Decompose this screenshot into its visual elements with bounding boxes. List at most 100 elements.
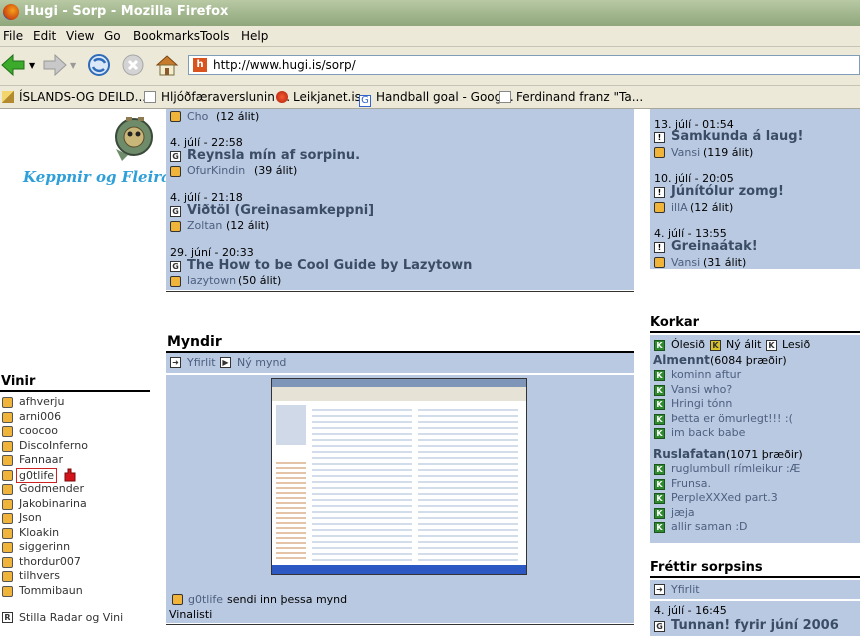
- friend-item[interactable]: g0tlife: [16, 468, 58, 483]
- frettir-nav: ➜ Yfirlit: [650, 580, 860, 599]
- friend-item[interactable]: siggerinn: [19, 540, 70, 553]
- smiley-icon: [170, 166, 181, 177]
- friend-item[interactable]: Tommibaun: [19, 584, 83, 597]
- vinalisti-label: Vinalisti: [169, 608, 213, 621]
- radar-settings-link[interactable]: Stilla Radar og Vini: [19, 611, 123, 624]
- thread-link[interactable]: PerpleXXXed part.3: [671, 491, 778, 504]
- menu-view[interactable]: View: [66, 29, 94, 43]
- smiley-icon: [170, 276, 181, 287]
- announcement-author[interactable]: illA: [671, 201, 688, 214]
- divider: [0, 390, 150, 392]
- bookmark-item[interactable]: G Handball goal - Goog...: [359, 90, 514, 107]
- google-icon: G: [359, 95, 371, 107]
- announcement-title[interactable]: Júnítólur zomg!: [671, 184, 784, 199]
- site-favicon: h: [193, 58, 207, 72]
- article-title[interactable]: Reynsla mín af sorpinu.: [187, 148, 360, 163]
- bookmark-item[interactable]: Ferdinand franz "Ta...: [499, 90, 643, 104]
- page-icon: [144, 91, 156, 103]
- article-type-icon: G: [654, 621, 665, 632]
- back-arrow-icon[interactable]: [0, 52, 26, 78]
- bookmark-label: Handball goal - Goog...: [376, 90, 514, 104]
- announcement-author[interactable]: Vansi: [671, 146, 700, 159]
- menu-help[interactable]: Help: [241, 29, 268, 43]
- thread-link[interactable]: allir saman :D: [671, 520, 748, 533]
- thread-link[interactable]: ruglumbull rímleikur :Æ: [671, 462, 800, 475]
- friend-item[interactable]: afhverju: [19, 395, 64, 408]
- divider: [166, 291, 634, 292]
- image-thumbnail[interactable]: [271, 378, 527, 575]
- unread-icon: K: [654, 385, 665, 396]
- friend-item[interactable]: tilhvers: [19, 569, 60, 582]
- thread-link[interactable]: Hringi tónn: [671, 397, 732, 410]
- menu-tools[interactable]: Tools: [200, 29, 230, 43]
- bookmark-label: Ferdinand franz "Ta...: [516, 90, 644, 104]
- reload-icon[interactable]: [86, 52, 112, 78]
- article-title[interactable]: The How to be Cool Guide by Lazytown: [187, 258, 472, 273]
- article-author[interactable]: Cho: [187, 110, 208, 123]
- frettir-panel: 4. júlí - 16:45 G Tunnan! fyrir júní 200…: [650, 601, 860, 636]
- unread-icon: K: [654, 508, 665, 519]
- friend-item[interactable]: Json: [19, 511, 42, 524]
- friend-item[interactable]: thordur007: [19, 555, 81, 568]
- friend-item[interactable]: arni006: [19, 410, 61, 423]
- arrow-right-icon: ➜: [654, 584, 665, 595]
- announcement-comment-count: (12 álit): [690, 201, 734, 214]
- url-bar[interactable]: h http://www.hugi.is/sorp/: [188, 55, 860, 75]
- friend-icon: [2, 528, 13, 539]
- article-type-icon: G: [170, 151, 181, 162]
- friend-icon: [2, 441, 13, 452]
- thread-link[interactable]: Frunsa.: [671, 477, 711, 490]
- forum-group-count: (1071 þræðir): [726, 448, 803, 461]
- article-author[interactable]: OfurKindin: [187, 164, 245, 177]
- article-type-icon: G: [170, 261, 181, 272]
- bookmark-item[interactable]: Leikjanet.is: [276, 90, 361, 104]
- article-author[interactable]: lazytown: [187, 274, 236, 287]
- page-content: Keppnir og Fleira! Cho (12 álit) 4. júlí…: [0, 109, 860, 636]
- forum-group-name[interactable]: Ruslafatan: [653, 447, 726, 461]
- friend-item[interactable]: coocoo: [19, 424, 58, 437]
- thread-link[interactable]: jæja: [671, 506, 695, 519]
- announcements-panel: 13. júlí - 01:54 ! Samkunda á laug! Vans…: [650, 109, 860, 269]
- friend-item[interactable]: Kloakin: [19, 526, 59, 539]
- announcement-comment-count: (31 álit): [703, 256, 747, 269]
- news-title[interactable]: Tunnan! fyrir júní 2006: [671, 618, 839, 633]
- forward-arrow-icon[interactable]: [42, 52, 68, 78]
- thumb-toolbar: [272, 387, 526, 401]
- home-icon[interactable]: [154, 52, 180, 78]
- articles-panel: Cho (12 álit) 4. júlí - 22:58 G Reynsla …: [166, 109, 634, 290]
- forward-dropdown-icon[interactable]: ▼: [70, 61, 76, 70]
- article-title[interactable]: Viðtöl (Greinasamkeppni]: [187, 203, 374, 218]
- announcement-title[interactable]: Samkunda á laug!: [671, 129, 803, 144]
- image-author[interactable]: g0tlife: [188, 593, 223, 606]
- divider: [166, 624, 634, 625]
- myndir-nav: ➜ Yfirlit ▶ Ný mynd: [166, 353, 634, 373]
- menu-file[interactable]: File: [3, 29, 23, 43]
- friend-item[interactable]: Fannaar: [19, 453, 63, 466]
- menu-edit[interactable]: Edit: [33, 29, 56, 43]
- menu-go[interactable]: Go: [104, 29, 121, 43]
- friend-item[interactable]: Godmender: [19, 482, 84, 495]
- frettir-overview-link[interactable]: Yfirlit: [671, 583, 700, 596]
- announcement-author[interactable]: Vansi: [671, 256, 700, 269]
- friend-item[interactable]: Jakobinarina: [19, 497, 87, 510]
- menu-bookmarks[interactable]: Bookmarks: [133, 29, 200, 43]
- bookmark-item[interactable]: ÍSLANDS-OG DEILD...: [2, 90, 146, 104]
- article-author[interactable]: Zoltan: [187, 219, 222, 232]
- unread-icon: K: [654, 399, 665, 410]
- thread-link[interactable]: kominn aftur: [671, 368, 741, 381]
- back-dropdown-icon[interactable]: ▼: [29, 61, 35, 70]
- announcement-title[interactable]: Greinaátak!: [671, 239, 758, 254]
- thread-link[interactable]: im back babe: [671, 426, 745, 439]
- new-image-link[interactable]: Ný mynd: [237, 356, 286, 369]
- thread-link[interactable]: Þetta er ömurlegt!!! :(: [671, 412, 793, 425]
- bookmark-item[interactable]: Hljóðfæraverslunin ...: [144, 90, 290, 104]
- friend-icon: [2, 557, 13, 568]
- stop-icon[interactable]: [120, 52, 146, 78]
- friend-item[interactable]: DiscoInferno: [19, 439, 88, 452]
- firefox-icon: [3, 4, 19, 20]
- thread-link[interactable]: Vansi who?: [671, 383, 732, 396]
- myndir-overview-link[interactable]: Yfirlit: [187, 356, 216, 369]
- forum-group-name[interactable]: Almennt: [653, 353, 710, 367]
- divider: [650, 331, 860, 333]
- unread-icon: K: [654, 414, 665, 425]
